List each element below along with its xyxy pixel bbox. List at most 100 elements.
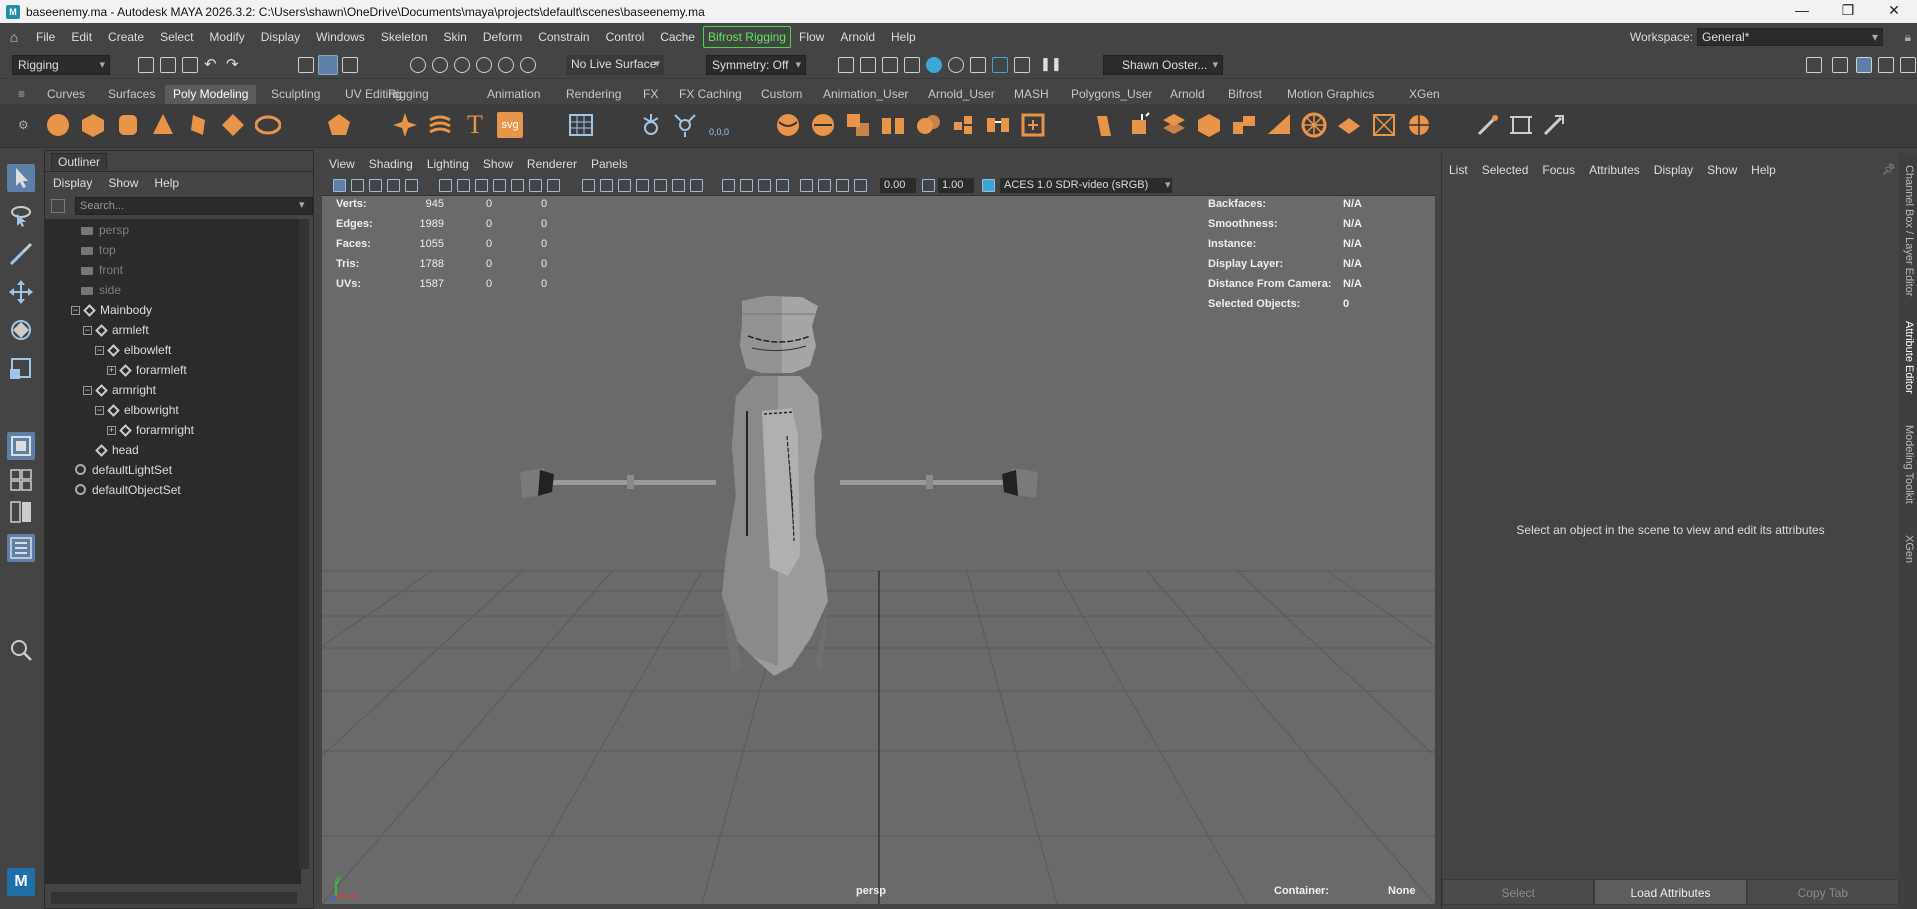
poly-cylinder-icon[interactable] (115, 112, 141, 138)
tree-node-mainbody[interactable]: Mainbody (83, 300, 152, 320)
extrude-icon[interactable] (950, 112, 976, 138)
tree-node-default-object-set[interactable]: defaultObjectSet (75, 480, 181, 500)
automatic-mapping-icon[interactable] (1541, 112, 1567, 138)
snap-pivot-icon[interactable] (520, 57, 536, 73)
xray-joints-icon[interactable] (758, 179, 771, 192)
outliner-menu-display[interactable]: Display (45, 176, 100, 190)
outliner-menu-show[interactable]: Show (100, 176, 146, 190)
image-plane-icon[interactable] (387, 179, 400, 192)
expand-toggle[interactable]: + (107, 366, 116, 375)
single-pane-layout-icon[interactable] (7, 432, 35, 460)
xray-icon[interactable] (740, 179, 753, 192)
move-tool-icon[interactable] (7, 278, 35, 306)
render-settings-icon[interactable] (926, 57, 942, 73)
outliner-layout-icon[interactable] (7, 534, 35, 562)
menu-file[interactable]: File (28, 27, 63, 47)
lasso-tool-icon[interactable] (7, 202, 35, 230)
shelf-tab-xgen[interactable]: XGen (1401, 85, 1448, 104)
use-all-lights-icon[interactable] (654, 179, 667, 192)
camera-select-icon[interactable] (333, 179, 346, 192)
menu-edit[interactable]: Edit (63, 27, 100, 47)
paint-select-tool-icon[interactable] (7, 240, 35, 268)
tree-node-default-light-set[interactable]: defaultLightSet (75, 460, 172, 480)
safe-title-icon[interactable] (529, 179, 542, 192)
menu-help[interactable]: Help (883, 27, 924, 47)
menu-windows[interactable]: Windows (308, 27, 373, 47)
two-d-pan-icon[interactable] (405, 179, 418, 192)
poly-platonic-icon[interactable] (326, 112, 352, 138)
bookmarks-icon[interactable] (369, 179, 382, 192)
shelf-tab-rendering[interactable]: Rendering (558, 85, 629, 104)
attribute-editor-toggle-icon[interactable] (1856, 57, 1872, 73)
color-management-icon[interactable] (982, 179, 995, 192)
shelf-tab-animation-user[interactable]: Animation_User (815, 85, 916, 104)
wireframe-icon[interactable] (582, 179, 595, 192)
exposure-field[interactable]: 0.00 (880, 178, 916, 193)
menu-modify[interactable]: Modify (201, 27, 252, 47)
live-surface-field[interactable]: No Live Surface (566, 55, 664, 75)
poly-sphere-icon[interactable] (45, 112, 71, 138)
grid-toggle-icon[interactable] (547, 179, 560, 192)
cleanup-icon[interactable] (1406, 112, 1432, 138)
gate-mask-icon[interactable] (475, 179, 488, 192)
fill-hole-icon[interactable] (1231, 112, 1257, 138)
two-pane-layout-icon[interactable] (7, 498, 35, 526)
menu-control[interactable]: Control (598, 27, 653, 47)
search-icon[interactable] (7, 636, 35, 664)
triangulate-icon[interactable] (1336, 112, 1362, 138)
screen-space-ao-icon[interactable] (690, 179, 703, 192)
menu-skin[interactable]: Skin (436, 27, 475, 47)
gamma-field[interactable]: 1.00 (938, 178, 974, 193)
shelf-tab-bifrost[interactable]: Bifrost (1220, 85, 1270, 104)
textured-icon[interactable] (636, 179, 649, 192)
flush-cache-icon[interactable] (1014, 57, 1030, 73)
multi-cut-icon[interactable] (1091, 112, 1117, 138)
antialias-icon[interactable] (800, 179, 813, 192)
ae-menu-display[interactable]: Display (1647, 163, 1700, 181)
snap-surface-icon[interactable] (498, 57, 514, 73)
tab-channel-box-layer-editor[interactable]: Channel Box / Layer Editor (1901, 165, 1915, 296)
viewport-menu-panels[interactable]: Panels (584, 157, 635, 171)
tab-attribute-editor[interactable]: Attribute Editor (1901, 321, 1915, 394)
collapse-toggle[interactable]: − (95, 406, 104, 415)
shelf-tab-poly-modeling[interactable]: Poly Modeling (165, 85, 257, 104)
ae-menu-list[interactable]: List (1442, 163, 1475, 181)
smooth-shade-icon[interactable] (600, 179, 613, 192)
viewport-menu-lighting[interactable]: Lighting (420, 157, 476, 171)
poke-icon[interactable] (1301, 112, 1327, 138)
poly-cone-icon[interactable] (150, 112, 176, 138)
select-hierarchy-icon[interactable] (298, 57, 314, 73)
new-scene-icon[interactable] (138, 57, 154, 73)
backface-culling-icon[interactable] (776, 179, 789, 192)
depth-of-field-icon[interactable] (818, 179, 831, 192)
outliner-tab-title[interactable]: Outliner (51, 153, 108, 170)
select-object-icon[interactable] (318, 55, 338, 75)
reduce-icon[interactable] (810, 112, 836, 138)
select-component-icon[interactable] (342, 57, 358, 73)
shelf-tab-sculpting[interactable]: Sculpting (263, 85, 328, 104)
motion-blur-icon[interactable] (836, 179, 849, 192)
viewport-menu-renderer[interactable]: Renderer (520, 157, 584, 171)
shelf-tab-polygons-user[interactable]: Polygons_User (1063, 85, 1160, 104)
menu-cache[interactable]: Cache (652, 27, 703, 47)
tree-node-armright[interactable]: armright (95, 380, 156, 400)
ae-menu-selected[interactable]: Selected (1475, 163, 1536, 181)
super-shape-icon[interactable] (392, 112, 418, 138)
combine-icon[interactable] (638, 112, 664, 138)
menu-flow[interactable]: Flow (791, 27, 832, 47)
expand-toggle[interactable]: + (107, 426, 116, 435)
poly-cube-icon[interactable] (80, 112, 106, 138)
collapse-toggle[interactable]: − (71, 306, 80, 315)
outliner-menu-help[interactable]: Help (146, 176, 187, 190)
shelf-settings-icon[interactable]: ⚙ (18, 118, 29, 132)
poly-torus-icon[interactable] (185, 112, 211, 138)
render-frame-icon[interactable] (882, 57, 898, 73)
undo-icon[interactable]: ↶ (204, 55, 217, 73)
safe-action-icon[interactable] (511, 179, 524, 192)
shadows-icon[interactable] (672, 179, 685, 192)
tab-xgen[interactable]: XGen (1901, 535, 1915, 563)
workspace-dropdown[interactable]: General* (1697, 28, 1883, 46)
outliner-search-input[interactable]: Search... (75, 197, 313, 215)
ae-select-button[interactable]: Select (1442, 879, 1595, 905)
bevel-icon[interactable] (1020, 112, 1046, 138)
